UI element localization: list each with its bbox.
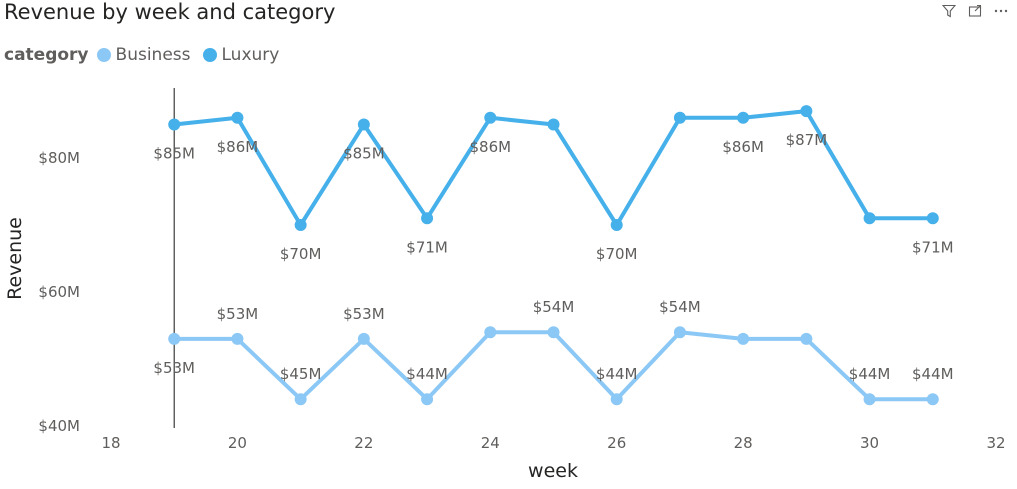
data-label-business: $54M — [533, 298, 575, 316]
x-tick-label: 24 — [481, 434, 500, 452]
data-point-business — [357, 332, 370, 345]
data-label-business: $44M — [406, 365, 448, 383]
data-point-business — [421, 393, 434, 406]
x-tick-label: 32 — [986, 434, 1005, 452]
data-point-luxury — [673, 111, 686, 124]
data-point-luxury — [357, 118, 370, 131]
data-point-business — [547, 326, 560, 339]
data-point-luxury — [294, 219, 307, 231]
data-label-luxury: $85M — [153, 145, 195, 163]
data-point-business — [484, 326, 497, 339]
data-point-luxury — [484, 111, 497, 124]
data-point-business — [863, 393, 876, 406]
data-point-business — [800, 332, 813, 345]
x-tick-label: 22 — [354, 434, 373, 452]
x-tick-label: 18 — [101, 434, 120, 452]
data-label-business: $53M — [343, 305, 385, 323]
data-label-luxury: $86M — [217, 138, 259, 156]
y-axis-title: Revenue — [4, 217, 26, 300]
data-point-luxury — [800, 105, 813, 118]
data-label-luxury: $71M — [912, 238, 954, 256]
data-point-luxury — [863, 212, 876, 225]
data-label-business: $44M — [849, 365, 891, 383]
data-point-luxury — [547, 118, 560, 131]
y-tick-label: $80M — [38, 149, 80, 167]
x-axis-title: week — [528, 460, 578, 482]
x-tick-label: 28 — [734, 434, 753, 452]
line-chart: $40M $60M $80M 18 20 22 24 26 28 30 32 week Revenue $… — [4, 88, 1006, 482]
data-label-luxury: $70M — [280, 245, 322, 263]
data-label-business: $53M — [153, 359, 195, 377]
data-point-business — [926, 393, 939, 406]
data-point-business — [610, 393, 623, 406]
data-point-business — [673, 326, 686, 339]
data-label-luxury: $70M — [596, 245, 638, 263]
data-label-business: $44M — [912, 365, 954, 383]
data-point-business — [737, 332, 750, 345]
data-point-business — [294, 393, 307, 406]
data-point-luxury — [737, 111, 750, 124]
data-label-luxury: $85M — [343, 145, 385, 163]
data-point-luxury — [610, 219, 623, 231]
data-label-business: $44M — [596, 365, 638, 383]
data-point-business — [168, 332, 181, 345]
data-label-luxury: $87M — [786, 131, 828, 149]
data-label-business: $45M — [280, 365, 322, 383]
data-label-luxury: $86M — [722, 138, 764, 156]
data-point-luxury — [421, 212, 434, 225]
data-point-luxury — [168, 118, 181, 131]
data-label-luxury: $71M — [406, 238, 448, 256]
y-tick-label: $40M — [38, 417, 80, 435]
x-tick-label: 20 — [228, 434, 247, 452]
data-label-business: $53M — [217, 305, 259, 323]
data-point-luxury — [926, 212, 939, 225]
data-label-luxury: $86M — [469, 138, 511, 156]
data-point-business — [231, 332, 244, 345]
x-tick-label: 30 — [860, 434, 879, 452]
data-label-business: $54M — [659, 298, 701, 316]
y-tick-label: $60M — [38, 283, 80, 301]
x-tick-label: 26 — [607, 434, 626, 452]
data-point-luxury — [231, 111, 244, 124]
